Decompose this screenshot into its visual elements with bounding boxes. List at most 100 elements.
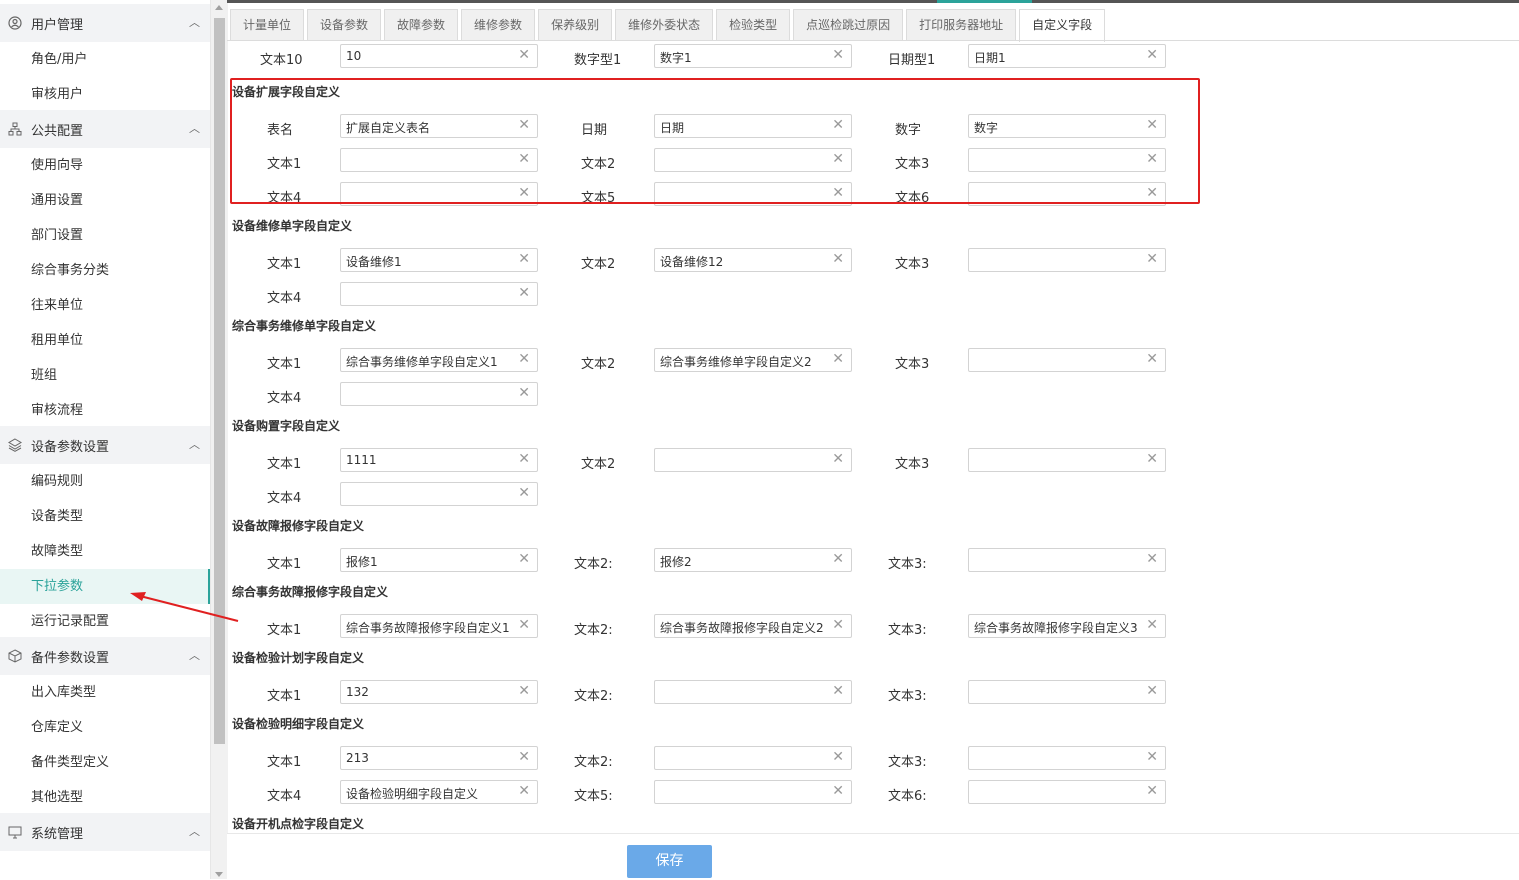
clear-icon[interactable]: ✕ [1146, 451, 1158, 467]
sidebar-section-header[interactable]: 公共配置 ︿ [0, 110, 210, 148]
field-value[interactable]: 10 [346, 49, 361, 63]
clear-icon[interactable]: ✕ [1146, 683, 1158, 699]
text-field[interactable]: 设备维修1 ✕ [340, 248, 538, 272]
sidebar-item[interactable]: 部门设置 [0, 218, 210, 253]
clear-icon[interactable]: ✕ [832, 451, 844, 467]
clear-icon[interactable]: ✕ [518, 251, 530, 267]
scroll-up-arrow-icon[interactable] [215, 5, 223, 10]
clear-icon[interactable]: ✕ [518, 617, 530, 633]
sidebar-item[interactable]: 班组 [0, 358, 210, 393]
text-field[interactable]: ✕ [968, 548, 1166, 572]
field-value[interactable]: 1111 [346, 453, 377, 467]
clear-icon[interactable]: ✕ [1146, 351, 1158, 367]
sidebar-item[interactable]: 编码规则 [0, 464, 210, 499]
text-field[interactable]: ✕ [340, 482, 538, 506]
field-value[interactable]: 数字1 [660, 49, 692, 66]
clear-icon[interactable]: ✕ [518, 451, 530, 467]
clear-icon[interactable]: ✕ [518, 551, 530, 567]
save-button[interactable]: 保存 [627, 845, 712, 878]
tab-item[interactable]: 维修外委状态 [615, 9, 714, 40]
text-field[interactable]: 综合事务故障报修字段自定义1 ✕ [340, 614, 538, 638]
sidebar-item[interactable]: 使用向导 [0, 148, 210, 183]
clear-icon[interactable]: ✕ [518, 351, 530, 367]
text-field[interactable]: ✕ [654, 680, 852, 704]
text-field[interactable]: ✕ [968, 680, 1166, 704]
clear-icon[interactable]: ✕ [832, 749, 844, 765]
clear-icon[interactable]: ✕ [518, 285, 530, 301]
tab-item[interactable]: 计量单位 [230, 9, 305, 40]
clear-icon[interactable]: ✕ [1146, 617, 1158, 633]
sidebar-item[interactable]: 出入库类型 [0, 675, 210, 710]
clear-icon[interactable]: ✕ [518, 485, 530, 501]
clear-icon[interactable]: ✕ [1146, 749, 1158, 765]
chevron-up-icon[interactable]: ︿ [189, 823, 200, 839]
clear-icon[interactable]: ✕ [518, 47, 530, 63]
text-field[interactable]: 综合事务故障报修字段自定义2 ✕ [654, 614, 852, 638]
clear-icon[interactable]: ✕ [1146, 47, 1158, 63]
clear-icon[interactable]: ✕ [518, 783, 530, 799]
field-value[interactable]: 报修2 [660, 553, 692, 570]
clear-icon[interactable]: ✕ [518, 385, 530, 401]
clear-icon[interactable]: ✕ [832, 551, 844, 567]
sidebar-item[interactable]: 综合事务分类 [0, 253, 210, 288]
chevron-up-icon[interactable]: ︿ [189, 120, 200, 136]
sidebar-item[interactable]: 审核用户 [0, 77, 210, 112]
tab-item[interactable]: 设备参数 [307, 9, 382, 40]
clear-icon[interactable]: ✕ [832, 783, 844, 799]
sidebar-item[interactable]: 设备类型 [0, 499, 210, 534]
text-field[interactable]: 设备检验明细字段自定义 ✕ [340, 780, 538, 804]
field-value[interactable]: 综合事务故障报修字段自定义3 [974, 619, 1138, 636]
sidebar-section-header[interactable]: 设备参数设置 ︿ [0, 426, 210, 464]
text-field[interactable]: 数字1 ✕ [654, 44, 852, 68]
field-value[interactable]: 报修1 [346, 553, 378, 570]
text-field[interactable]: ✕ [968, 746, 1166, 770]
field-value[interactable]: 132 [346, 685, 369, 699]
clear-icon[interactable]: ✕ [832, 251, 844, 267]
clear-icon[interactable]: ✕ [1146, 783, 1158, 799]
clear-icon[interactable]: ✕ [832, 47, 844, 63]
text-field[interactable]: 报修2 ✕ [654, 548, 852, 572]
text-field[interactable]: 设备维修12 ✕ [654, 248, 852, 272]
text-field[interactable]: 1111 ✕ [340, 448, 538, 472]
chevron-up-icon[interactable]: ︿ [189, 647, 200, 663]
sidebar-item[interactable]: 故障类型 [0, 534, 210, 569]
text-field[interactable]: ✕ [340, 382, 538, 406]
text-field[interactable]: 日期1 ✕ [968, 44, 1166, 68]
sidebar-item[interactable]: 租用单位 [0, 323, 210, 358]
sidebar-section-header[interactable]: 系统管理 ︿ [0, 813, 210, 851]
field-value[interactable]: 综合事务维修单字段自定义2 [660, 353, 812, 370]
tab-item[interactable]: 点巡检跳过原因 [793, 9, 904, 40]
text-field[interactable]: ✕ [654, 448, 852, 472]
clear-icon[interactable]: ✕ [832, 683, 844, 699]
sidebar-scrollbar[interactable] [210, 0, 228, 879]
sidebar-section-header[interactable]: 备件参数设置 ︿ [0, 637, 210, 675]
sidebar-item[interactable]: 其他选型 [0, 780, 210, 815]
field-value[interactable]: 设备维修1 [346, 253, 402, 270]
text-field[interactable]: 报修1 ✕ [340, 548, 538, 572]
tab-item[interactable]: 打印服务器地址 [906, 9, 1017, 40]
text-field[interactable]: ✕ [968, 780, 1166, 804]
text-field[interactable]: ✕ [340, 282, 538, 306]
field-value[interactable]: 213 [346, 751, 369, 765]
text-field[interactable]: 综合事务维修单字段自定义1 ✕ [340, 348, 538, 372]
field-value[interactable]: 综合事务维修单字段自定义1 [346, 353, 498, 370]
text-field[interactable]: ✕ [968, 248, 1166, 272]
clear-icon[interactable]: ✕ [1146, 551, 1158, 567]
field-value[interactable]: 日期1 [974, 49, 1006, 66]
sidebar-item[interactable]: 往来单位 [0, 288, 210, 323]
chevron-up-icon[interactable]: ︿ [189, 14, 200, 30]
tab-item[interactable]: 自定义字段 [1019, 9, 1106, 42]
chevron-up-icon[interactable]: ︿ [189, 436, 200, 452]
tab-item[interactable]: 维修参数 [461, 9, 536, 40]
text-field[interactable]: 综合事务故障报修字段自定义3 ✕ [968, 614, 1166, 638]
clear-icon[interactable]: ✕ [832, 351, 844, 367]
text-field[interactable]: 213 ✕ [340, 746, 538, 770]
sidebar-item[interactable]: 下拉参数 [0, 569, 210, 604]
text-field[interactable]: ✕ [968, 348, 1166, 372]
tab-item[interactable]: 故障参数 [384, 9, 459, 40]
field-value[interactable]: 设备维修12 [660, 253, 723, 270]
clear-icon[interactable]: ✕ [518, 683, 530, 699]
field-value[interactable]: 综合事务故障报修字段自定义2 [660, 619, 824, 636]
text-field[interactable]: ✕ [654, 780, 852, 804]
clear-icon[interactable]: ✕ [518, 749, 530, 765]
